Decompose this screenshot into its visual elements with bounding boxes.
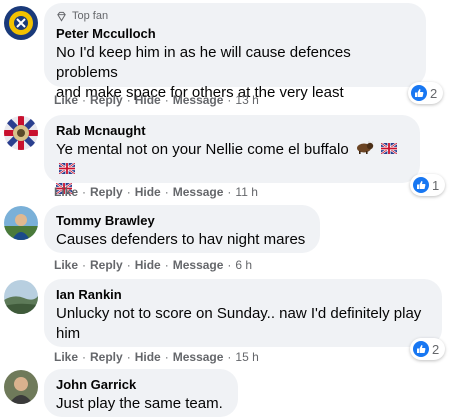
comment: Rab Mcnaught Ye mental not on your Nelli… [0,112,449,204]
diamond-icon [57,11,66,22]
like-action[interactable]: Like [54,258,78,272]
separator: · [126,258,131,272]
comment-bubble: John Garrick Just play the same team. [44,369,238,417]
separator: · [82,258,87,272]
reaction-summary[interactable]: 2 [410,338,446,360]
separator: · [227,93,232,107]
comment-text: Ye mental not on your Nellie come el buf… [56,141,349,158]
hide-action[interactable]: Hide [135,350,161,364]
separator: · [227,258,232,272]
comment-author[interactable]: Peter Mcculloch [56,25,414,42]
message-action[interactable]: Message [173,93,224,107]
comment-text-line: Unlucky not to score on Sunday.. naw I'd… [56,305,422,322]
separator: · [126,350,131,364]
avatar[interactable] [4,370,38,404]
comment-actions: Like · Reply · Hide · Message · 11 h [54,184,258,200]
thumbs-up-icon [411,85,427,101]
comment: Top fan Peter Mcculloch No I'd keep him … [0,0,449,112]
like-action[interactable]: Like [54,185,78,199]
timestamp[interactable]: 11 h [235,185,257,199]
uk-flag-emoji [380,140,398,160]
comment-actions: Like · Reply · Hide · Message · 15 h [54,349,259,365]
comment-text: Causes defenders to hav night mares [56,231,306,248]
message-action[interactable]: Message [173,185,224,199]
uk-flag-emoji [58,160,76,180]
hide-action[interactable]: Hide [135,93,161,107]
reaction-summary[interactable]: 2 [408,82,444,104]
comment: John Garrick Just play the same team. [0,368,449,419]
separator: · [164,258,169,272]
reply-action[interactable]: Reply [90,258,123,272]
hide-action[interactable]: Hide [135,258,161,272]
bison-emoji [356,140,374,160]
comment-author[interactable]: Rab Mcnaught [56,122,408,139]
top-fan-badge: Top fan [56,10,414,23]
reaction-summary[interactable]: 1 [410,174,446,196]
comment-actions: Like · Reply · Hide · Message · 13 h [54,92,259,108]
hide-action[interactable]: Hide [135,185,161,199]
comment-bubble: Ian Rankin Unlucky not to score on Sunda… [44,279,442,347]
separator: · [82,350,87,364]
avatar[interactable] [4,206,38,240]
separator: · [164,185,169,199]
avatar[interactable] [4,6,38,40]
comment-author[interactable]: Tommy Brawley [56,212,308,229]
comment-author[interactable]: Ian Rankin [56,286,430,303]
like-action[interactable]: Like [54,350,78,364]
message-action[interactable]: Message [173,350,224,364]
comment-text: Just play the same team. [56,395,223,412]
separator: · [164,350,169,364]
avatar[interactable] [4,280,38,314]
reaction-count: 2 [430,85,438,101]
reply-action[interactable]: Reply [90,350,123,364]
separator: · [164,93,169,107]
comment-text-line: Ye mental not on your Nellie come el buf… [56,140,408,180]
timestamp[interactable]: 13 h [235,93,258,107]
comment-text-line: No I'd keep him in as he will cause defe… [56,44,351,81]
separator: · [82,93,87,107]
reply-action[interactable]: Reply [90,93,123,107]
comment-bubble: Top fan Peter Mcculloch No I'd keep him … [44,3,426,101]
comment-text-line: him [56,325,81,342]
reaction-count: 1 [432,177,440,193]
separator: · [126,185,131,199]
separator: · [126,93,131,107]
comment: Tommy Brawley Causes defenders to hav ni… [0,204,449,276]
like-action[interactable]: Like [54,93,78,107]
reaction-count: 2 [432,341,440,357]
avatar[interactable] [4,116,38,150]
thumbs-up-icon [413,177,429,193]
timestamp[interactable]: 6 h [235,258,252,272]
comment-actions: Like · Reply · Hide · Message · 6 h [54,257,252,273]
comment: Ian Rankin Unlucky not to score on Sunda… [0,276,449,368]
top-fan-label: Top fan [72,10,109,22]
comment-author[interactable]: John Garrick [56,376,226,393]
message-action[interactable]: Message [173,258,224,272]
thumbs-up-icon [413,341,429,357]
comment-bubble: Tommy Brawley Causes defenders to hav ni… [44,205,320,253]
timestamp[interactable]: 15 h [235,350,258,364]
separator: · [227,350,232,364]
reply-action[interactable]: Reply [90,185,123,199]
separator: · [82,185,87,199]
comment-bubble: Rab Mcnaught Ye mental not on your Nelli… [44,115,420,196]
separator: · [227,185,232,199]
